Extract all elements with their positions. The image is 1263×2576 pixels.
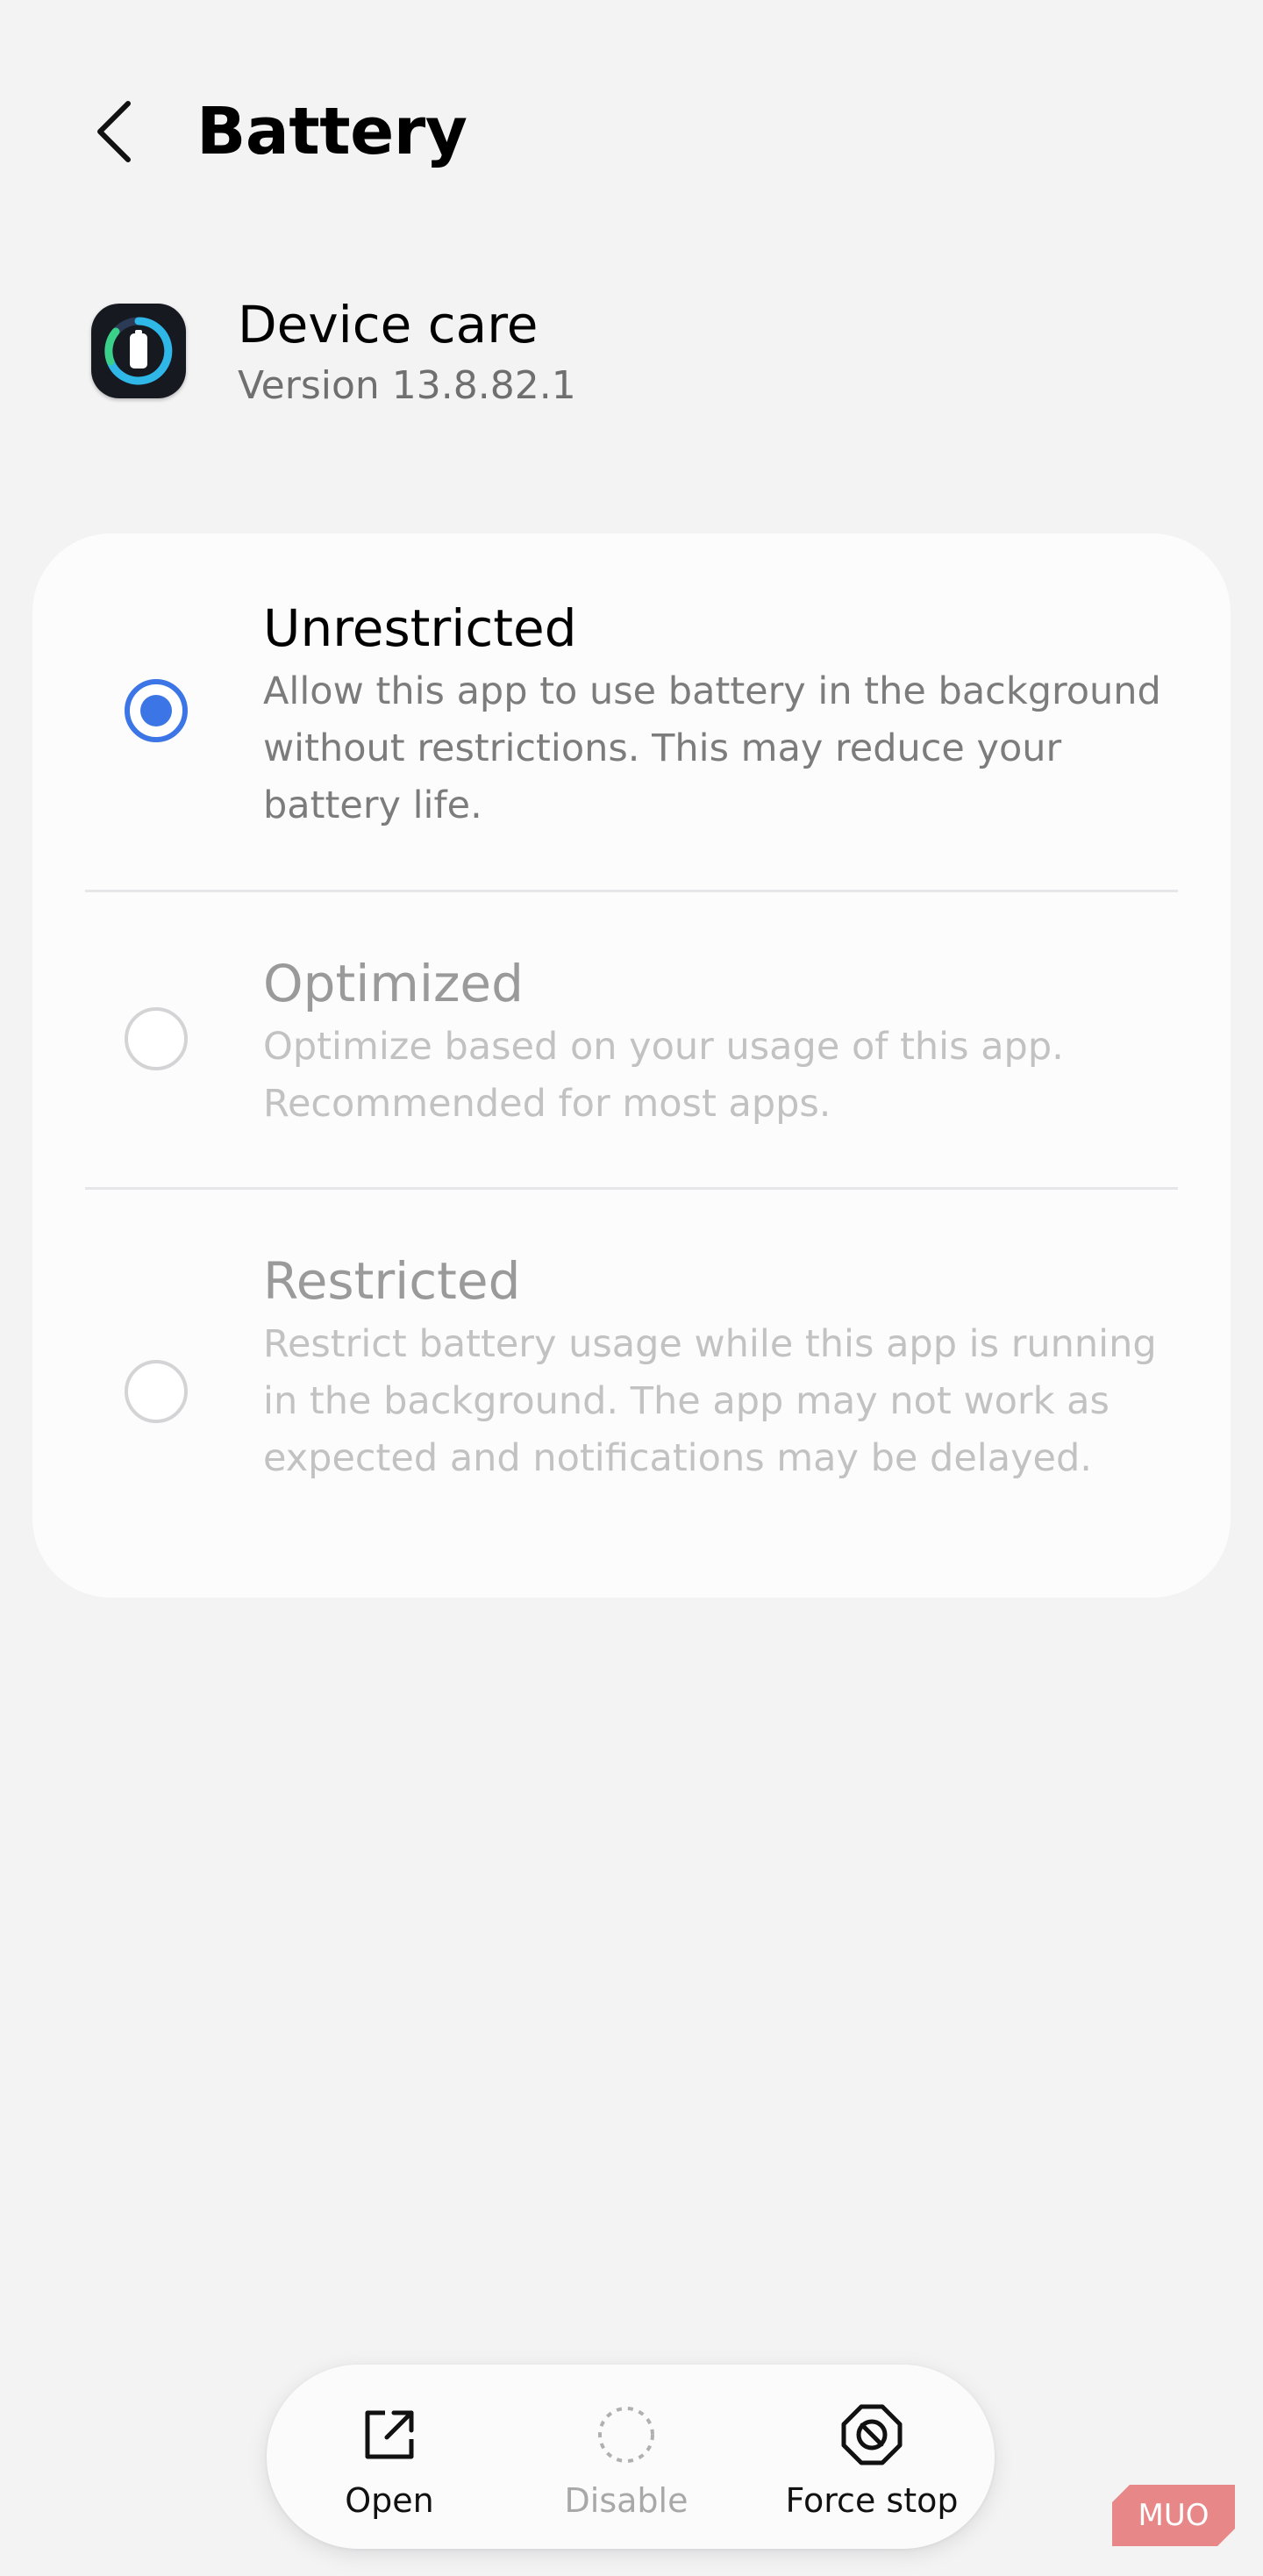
option-title: Optimized (263, 954, 524, 1013)
radio-optimized[interactable] (125, 1007, 188, 1070)
force-stop-button[interactable]: Force stop (767, 2365, 977, 2549)
app-info: Device care Version 13.8.82.1 (88, 290, 1175, 430)
back-button[interactable] (79, 79, 149, 184)
muo-watermark-logo: MUO (1112, 2485, 1235, 2546)
battery-options-card: Unrestricted Allow this app to use batte… (32, 533, 1231, 1598)
disable-button[interactable]: Disable (539, 2365, 714, 2549)
force-stop-icon (837, 2400, 907, 2470)
device-care-icon (91, 304, 186, 398)
option-title: Restricted (263, 1251, 521, 1311)
chevron-left-icon (97, 101, 131, 162)
page-title: Battery (196, 94, 467, 169)
force-stop-label: Force stop (785, 2481, 959, 2520)
option-title: Unrestricted (263, 598, 577, 658)
disable-label: Disable (564, 2481, 689, 2520)
option-restricted[interactable]: Restricted Restrict battery usage while … (32, 1190, 1231, 1598)
open-label: Open (345, 2481, 434, 2520)
option-optimized[interactable]: Optimized Optimize based on your usage o… (32, 892, 1231, 1187)
option-unrestricted[interactable]: Unrestricted Allow this app to use batte… (32, 533, 1231, 890)
svg-text:MUO: MUO (1138, 2498, 1209, 2533)
app-name: Device care (238, 295, 539, 354)
open-button[interactable]: Open (310, 2365, 468, 2549)
option-description: Restrict battery usage while this app is… (263, 1322, 1157, 1480)
disable-icon (591, 2400, 661, 2470)
open-external-icon (354, 2400, 425, 2470)
option-description: Allow this app to use battery in the bac… (263, 669, 1161, 827)
header: Battery (0, 0, 1263, 263)
option-description: Optimize based on your usage of this app… (263, 1025, 1064, 1126)
radio-restricted[interactable] (125, 1360, 188, 1423)
app-version: Version 13.8.82.1 (238, 363, 576, 408)
bottom-action-bar: Open Disable Force stop (267, 2365, 995, 2549)
radio-unrestricted[interactable] (125, 679, 188, 742)
